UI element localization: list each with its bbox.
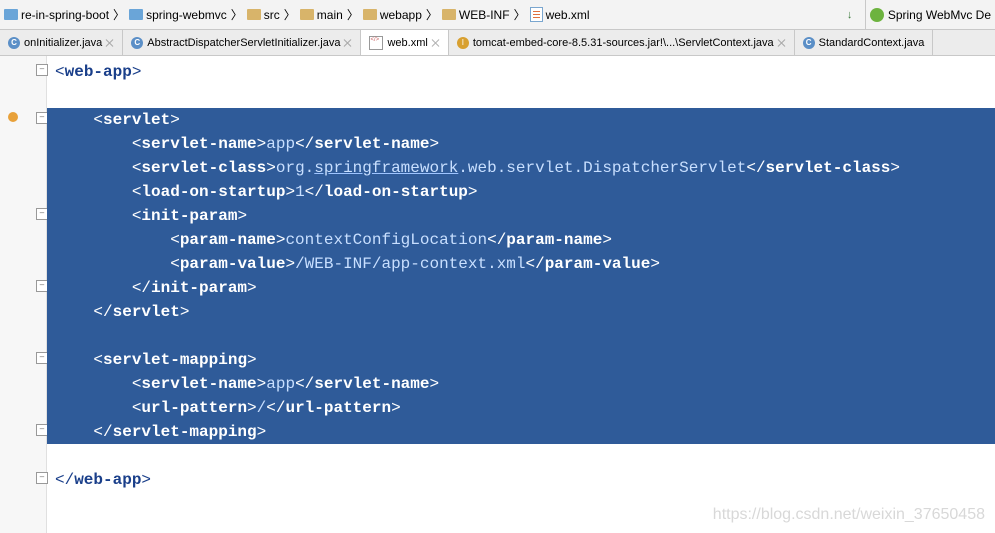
java-class-icon: C (131, 37, 143, 49)
editor-tab[interactable]: C AbstractDispatcherServletInitializer.ja… (123, 30, 361, 55)
tab-label: AbstractDispatcherServletInitializer.jav… (147, 37, 340, 49)
code-line[interactable]: <servlet-class>org.springframework.web.s… (47, 156, 995, 180)
close-icon[interactable] (432, 39, 440, 47)
editor-tab[interactable]: ConInitializer.java (0, 30, 123, 55)
code-area[interactable]: <web-app> <servlet> <servlet-name>app</s… (47, 56, 995, 533)
breadcrumb-item[interactable]: main (300, 8, 343, 22)
editor-tab[interactable]: web.xml (361, 30, 448, 56)
editor-tabs: ConInitializer.javaCAbstractDispatcherSe… (0, 30, 995, 56)
java-class-icon: C (803, 37, 815, 49)
tool-window-button[interactable]: Spring WebMvc De (865, 0, 995, 29)
breadcrumb-separator: 〉 (514, 6, 526, 23)
folder-icon (442, 9, 456, 20)
code-line[interactable]: <servlet-name>app</servlet-name> (47, 372, 995, 396)
breadcrumb-separator: 〉 (426, 6, 438, 23)
code-line[interactable]: </servlet> (47, 300, 995, 324)
breadcrumb-item[interactable]: WEB-INF (442, 8, 510, 22)
code-line[interactable]: <servlet-mapping> (47, 348, 995, 372)
folder-icon (300, 9, 314, 20)
breadcrumb-separator: 〉 (113, 6, 125, 23)
tab-label: StandardContext.java (819, 37, 925, 49)
tool-window-label: Spring WebMvc De (888, 8, 991, 22)
xml-file-icon (530, 7, 543, 22)
breadcrumb-separator: 〉 (347, 6, 359, 23)
code-line[interactable]: <load-on-startup>1</load-on-startup> (47, 180, 995, 204)
code-line[interactable]: </web-app> (47, 468, 995, 492)
breadcrumb-item[interactable]: spring-webmvc (129, 8, 227, 22)
module-folder-icon (129, 9, 143, 20)
download-sources-icon[interactable] (841, 0, 865, 29)
breadcrumb-label: webapp (380, 8, 422, 22)
code-line[interactable]: <servlet> (47, 108, 995, 132)
breadcrumb-label: web.xml (546, 8, 590, 22)
tab-label: web.xml (387, 37, 427, 49)
close-icon[interactable] (778, 39, 786, 47)
code-line[interactable] (47, 84, 995, 108)
code-line[interactable]: </init-param> (47, 276, 995, 300)
breadcrumb-separator: 〉 (284, 6, 296, 23)
breadcrumb-item[interactable]: webapp (363, 8, 422, 22)
breadcrumb-label: src (264, 8, 280, 22)
jar-icon: I (457, 37, 469, 49)
gutter[interactable]: ––––––– (0, 56, 47, 533)
code-line[interactable]: <url-pattern>/</url-pattern> (47, 396, 995, 420)
breadcrumb-bar: re-in-spring-boot 〉 spring-webmvc 〉 src 〉 main… (0, 0, 995, 30)
code-line[interactable]: <param-name>contextConfigLocation</param… (47, 228, 995, 252)
editor: ––––––– <web-app> <servlet> <servlet-nam… (0, 56, 995, 533)
tab-label: tomcat-embed-core-8.5.31-sources.jar!\..… (473, 37, 774, 49)
breadcrumb-item[interactable]: web.xml (530, 7, 590, 22)
editor-tab[interactable]: C StandardContext.java (795, 30, 934, 55)
java-class-icon: C (8, 37, 20, 49)
breadcrumb-label: main (317, 8, 343, 22)
folder-icon (247, 9, 261, 20)
code-line[interactable]: </servlet-mapping> (47, 420, 995, 444)
code-line[interactable] (47, 324, 995, 348)
module-folder-icon (4, 9, 18, 20)
breadcrumb-label: WEB-INF (459, 8, 510, 22)
code-line[interactable]: <init-param> (47, 204, 995, 228)
breadcrumb-item[interactable]: re-in-spring-boot (4, 8, 109, 22)
xml-file-icon (369, 36, 383, 50)
editor-tab[interactable]: Itomcat-embed-core-8.5.31-sources.jar!\.… (449, 30, 795, 55)
breadcrumb-label: spring-webmvc (146, 8, 227, 22)
close-icon[interactable] (106, 39, 114, 47)
breadcrumb-label: re-in-spring-boot (21, 8, 109, 22)
code-line[interactable]: <web-app> (47, 60, 995, 84)
close-icon[interactable] (344, 39, 352, 47)
code-line[interactable]: <servlet-name>app</servlet-name> (47, 132, 995, 156)
breadcrumb[interactable]: re-in-spring-boot 〉 spring-webmvc 〉 src 〉 main… (0, 0, 841, 29)
code-line[interactable] (47, 444, 995, 468)
breadcrumb-separator: 〉 (231, 6, 243, 23)
spring-icon (870, 8, 884, 22)
watermark: https://blog.csdn.net/weixin_37650458 (713, 503, 985, 527)
breadcrumb-item[interactable]: src (247, 8, 280, 22)
tab-label: onInitializer.java (24, 37, 102, 49)
gutter-marker-icon[interactable] (8, 112, 18, 122)
folder-icon (363, 9, 377, 20)
code-line[interactable]: <param-value>/WEB-INF/app-context.xml</p… (47, 252, 995, 276)
